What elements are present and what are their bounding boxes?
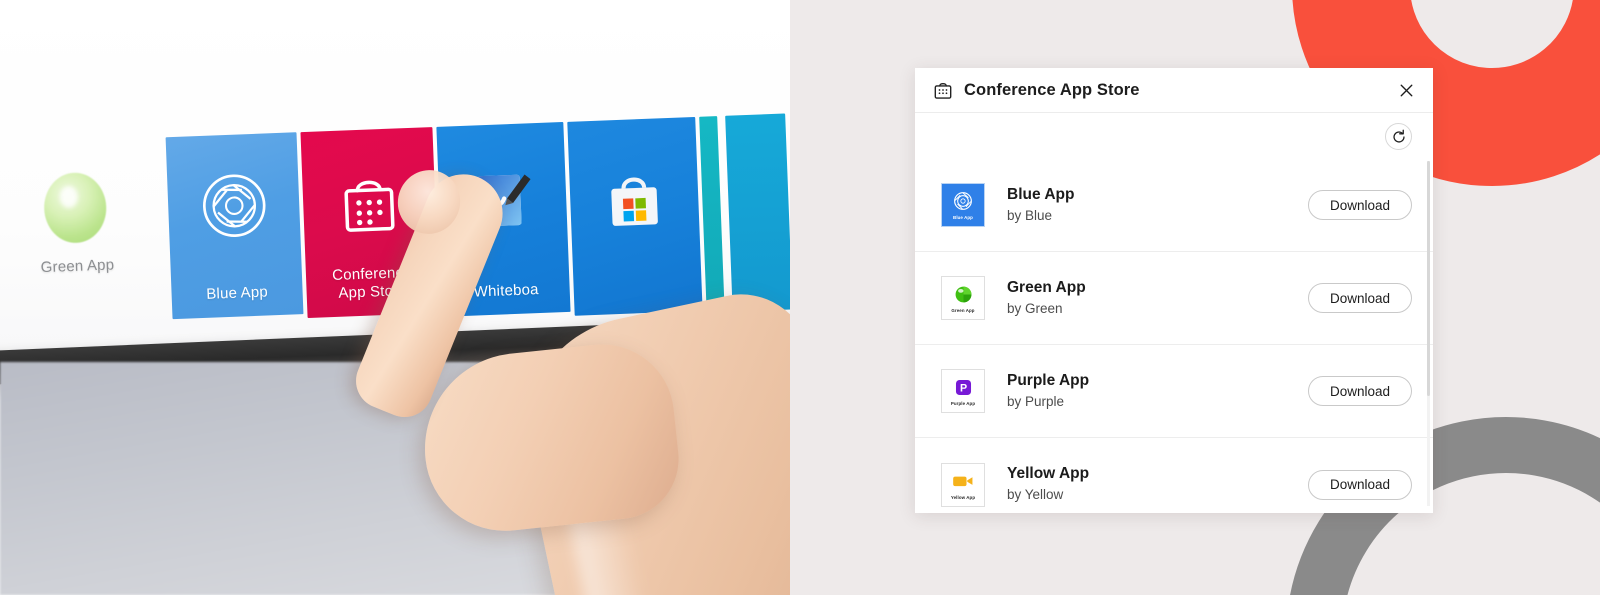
app-author: by Purple [1007, 393, 1065, 409]
list-item[interactable]: Blue App Blue App by Blue Download [915, 159, 1433, 252]
yellow-app-icon-caption: Yellow App [950, 494, 976, 500]
app-author: by Green [1007, 300, 1063, 316]
app-meta: Yellow App by Yellow [1007, 464, 1308, 505]
list-item[interactable]: Yellow App Yellow App by Yellow Download [915, 438, 1433, 513]
shopping-bag-icon [934, 82, 952, 99]
panel-body: Blue App Blue App by Blue Download Green… [915, 113, 1433, 513]
list-item[interactable]: P Purple App Purple App by Purple Downlo… [915, 345, 1433, 438]
aperture-icon [950, 189, 976, 213]
app-name: Blue App [1007, 185, 1075, 203]
app-store-scene: Conference App Store Blue App Blue App b… [790, 0, 1600, 595]
app-author: by Yellow [1007, 487, 1064, 502]
app-meta: Blue App by Blue [1007, 185, 1308, 226]
screenshot-root: p Green App Blue App [0, 0, 1600, 595]
download-button[interactable]: Download [1308, 376, 1412, 406]
video-camera-icon [950, 469, 976, 493]
app-author: by Blue [1007, 207, 1053, 223]
list-item[interactable]: Green App Green App by Green Download [915, 252, 1433, 345]
yellow-app-icon: Yellow App [941, 462, 985, 507]
conference-app-store-panel: Conference App Store Blue App Blue App b… [915, 68, 1433, 513]
green-app-icon-caption: Green App [951, 308, 975, 313]
blue-app-icon: Blue App [941, 183, 985, 227]
blue-app-icon-caption: Blue App [953, 215, 973, 220]
refresh-button[interactable] [1385, 123, 1412, 150]
download-button[interactable]: Download [1308, 190, 1412, 220]
photo-tile-green-app-label: Green App [40, 256, 115, 277]
app-name: Yellow App [1007, 465, 1090, 482]
app-meta: Purple App by Purple [1007, 371, 1308, 412]
green-app-icon: Green App [941, 276, 985, 320]
close-button[interactable] [1393, 77, 1419, 103]
touchscreen-photo: p Green App Blue App [0, 0, 790, 595]
scrollbar-thumb[interactable] [1427, 161, 1430, 396]
photo-tile-blue-app: Blue App [165, 132, 304, 320]
photo-tile-green-app: Green App [6, 138, 147, 328]
app-name: Purple App [1007, 371, 1090, 389]
purple-app-icon-caption: Purple App [950, 401, 976, 406]
app-list: Blue App Blue App by Blue Download Green… [915, 159, 1433, 513]
photo-tile-blue-app-label: Blue App [205, 283, 269, 303]
refresh-icon [1392, 129, 1405, 143]
aperture-icon [202, 174, 265, 237]
close-icon [1400, 84, 1412, 96]
letter-p-icon: P [950, 375, 976, 399]
toolbar [915, 113, 1433, 159]
purple-app-icon: P Purple App [941, 369, 985, 413]
app-meta: Green App by Green [1007, 278, 1308, 319]
green-sphere-icon [950, 282, 976, 306]
pointing-hand [347, 160, 790, 595]
page-title: Conference App Store [964, 80, 1140, 99]
hand-knuckles [415, 337, 685, 539]
app-name: Green App [1007, 278, 1086, 296]
panel-header: Conference App Store [915, 68, 1433, 113]
download-button[interactable]: Download [1308, 469, 1412, 500]
green-sphere-icon [42, 171, 108, 244]
svg-text:P: P [959, 382, 966, 394]
download-button[interactable]: Download [1308, 283, 1412, 313]
